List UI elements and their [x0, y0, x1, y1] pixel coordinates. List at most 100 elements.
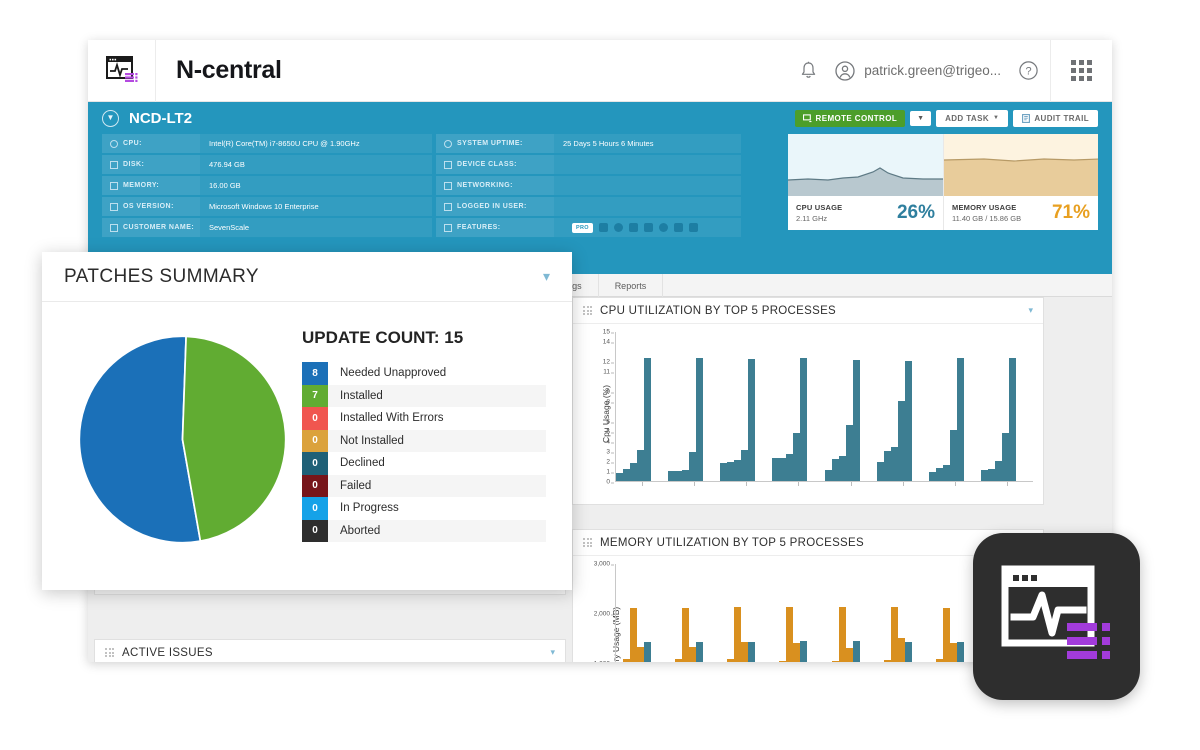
- y-tick-label: 1,000: [594, 661, 610, 663]
- bar-group: [929, 332, 981, 481]
- brand-logo[interactable]: [88, 40, 156, 102]
- drag-grip-icon[interactable]: [583, 306, 592, 315]
- bar-group: [877, 332, 929, 481]
- add-task-label: ADD TASK: [945, 114, 989, 123]
- patch-legend-row[interactable]: 0Declined: [302, 452, 546, 475]
- gauge-percent: 26%: [897, 202, 935, 224]
- spec-value: SevenScale: [200, 218, 432, 237]
- patch-legend-row[interactable]: 0Aborted: [302, 520, 546, 543]
- bar: [950, 643, 957, 662]
- bar: [957, 358, 964, 481]
- spec-row-logged-in-user: LOGGED IN USER:: [436, 197, 741, 216]
- patch-count-badge: 7: [302, 385, 328, 408]
- device-class-icon: [444, 161, 452, 169]
- customer-icon: [110, 224, 118, 232]
- bar-group: [772, 564, 824, 662]
- patch-status-label: Failed: [328, 475, 546, 498]
- y-tick-label: 8: [606, 399, 610, 406]
- user-account[interactable]: patrick.green@trigeo...: [835, 61, 1001, 81]
- disk-icon: [110, 161, 118, 169]
- bar: [734, 607, 741, 662]
- x-tick: [642, 482, 643, 486]
- plus-circle-icon: [659, 223, 668, 232]
- notification-bell-icon[interactable]: [800, 61, 817, 80]
- spec-label: SYSTEM UPTIME:: [436, 134, 554, 153]
- bar-group: [877, 564, 929, 662]
- chevron-down-icon[interactable]: ▾: [550, 647, 555, 658]
- tab-reports[interactable]: Reports: [599, 274, 664, 297]
- patch-legend-row[interactable]: 0In Progress: [302, 497, 546, 520]
- patch-legend-row[interactable]: 0Installed With Errors: [302, 407, 546, 430]
- spec-label-text: LOGGED IN USER:: [457, 203, 527, 210]
- spec-value: [554, 197, 741, 216]
- patch-count-badge: 0: [302, 520, 328, 543]
- bar-group: [772, 332, 824, 481]
- memory-panel-header: MEMORY UTILIZATION BY TOP 5 PROCESSES ▾: [573, 530, 1043, 556]
- chevron-down-icon[interactable]: ▾: [543, 268, 550, 285]
- bar: [689, 452, 696, 481]
- bar-group: [720, 564, 772, 662]
- bar: [748, 642, 755, 662]
- help-circle-icon[interactable]: ?: [1019, 61, 1038, 80]
- top-navigation-bar: N-central patrick.green@trigeo...: [88, 40, 1112, 102]
- cpu-y-ticks: 01234568911121415: [591, 332, 613, 482]
- x-tick: [1007, 482, 1008, 486]
- bar-group: [616, 332, 668, 481]
- antivirus-icon: [674, 223, 683, 232]
- spec-row-device-class: DEVICE CLASS:: [436, 155, 741, 174]
- spec-row-os: OS VERSION:Microsoft Windows 10 Enterpri…: [102, 197, 432, 216]
- bar: [779, 458, 786, 481]
- patch-legend-row[interactable]: 8Needed Unapproved: [302, 362, 546, 385]
- patch-legend-row[interactable]: 0Not Installed: [302, 430, 546, 453]
- pie-slice: [182, 336, 285, 541]
- remote-control-label: REMOTE CONTROL: [816, 114, 898, 123]
- logged-in-user-icon: [444, 203, 452, 211]
- patch-icon: [689, 223, 698, 232]
- device-name: NCD-LT2: [129, 110, 192, 127]
- bar: [616, 473, 623, 481]
- spec-value: [554, 155, 741, 174]
- shield-icon: [599, 223, 608, 232]
- bar: [1002, 433, 1009, 481]
- update-count-label: UPDATE COUNT: 15: [302, 328, 546, 348]
- drag-grip-icon[interactable]: [105, 648, 114, 657]
- cpu-bar-groups: [616, 332, 1033, 481]
- patch-status-label: Installed With Errors: [328, 407, 546, 430]
- audit-trail-button[interactable]: AUDIT TRAIL: [1013, 110, 1098, 127]
- bar: [898, 401, 905, 481]
- ncentral-app-icon-badge: [973, 533, 1140, 700]
- bar: [630, 463, 637, 481]
- device-specs: CPU:Intel(R) Core(TM) i7-8650U CPU @ 1.9…: [102, 134, 742, 239]
- patch-count-badge: 0: [302, 497, 328, 520]
- patch-status-label: Declined: [328, 452, 546, 475]
- features-icon: [444, 224, 452, 232]
- screenshot-root: N-central patrick.green@trigeo...: [0, 0, 1200, 750]
- add-task-button[interactable]: ADD TASK ▼: [936, 110, 1008, 127]
- memory-y-ticks: 01,0002,0003,000: [591, 564, 613, 662]
- patch-legend-row[interactable]: 7Installed: [302, 385, 546, 408]
- active-issues-header: ACTIVE ISSUES ▾: [95, 640, 565, 662]
- bar: [988, 469, 995, 481]
- gauge-percent: 71%: [1052, 202, 1090, 224]
- app-grid-icon[interactable]: [1050, 40, 1112, 102]
- patch-count-badge: 0: [302, 475, 328, 498]
- patches-pie-chart: [62, 324, 302, 547]
- bar: [793, 433, 800, 481]
- gauge-subtitle: 2.11 GHz: [796, 214, 842, 223]
- remote-control-button[interactable]: REMOTE CONTROL: [795, 110, 906, 127]
- chevron-down-circle-icon[interactable]: ▼: [102, 110, 119, 127]
- bar: [853, 641, 860, 662]
- lock-icon: [614, 223, 623, 232]
- chevron-down-icon[interactable]: ▾: [1028, 305, 1033, 316]
- patch-legend-row[interactable]: 0Failed: [302, 475, 546, 498]
- svg-text:?: ?: [1025, 66, 1031, 78]
- bar: [825, 470, 832, 481]
- remote-control-dropdown[interactable]: ▼: [910, 111, 931, 126]
- drag-grip-icon[interactable]: [583, 538, 592, 547]
- bar: [877, 462, 884, 481]
- bar: [689, 647, 696, 662]
- bar: [884, 660, 891, 662]
- bar: [891, 447, 898, 481]
- gauge-cpu: CPU USAGE2.11 GHz26%: [788, 134, 943, 230]
- cpu-panel-title: CPU UTILIZATION BY TOP 5 PROCESSES: [600, 305, 836, 317]
